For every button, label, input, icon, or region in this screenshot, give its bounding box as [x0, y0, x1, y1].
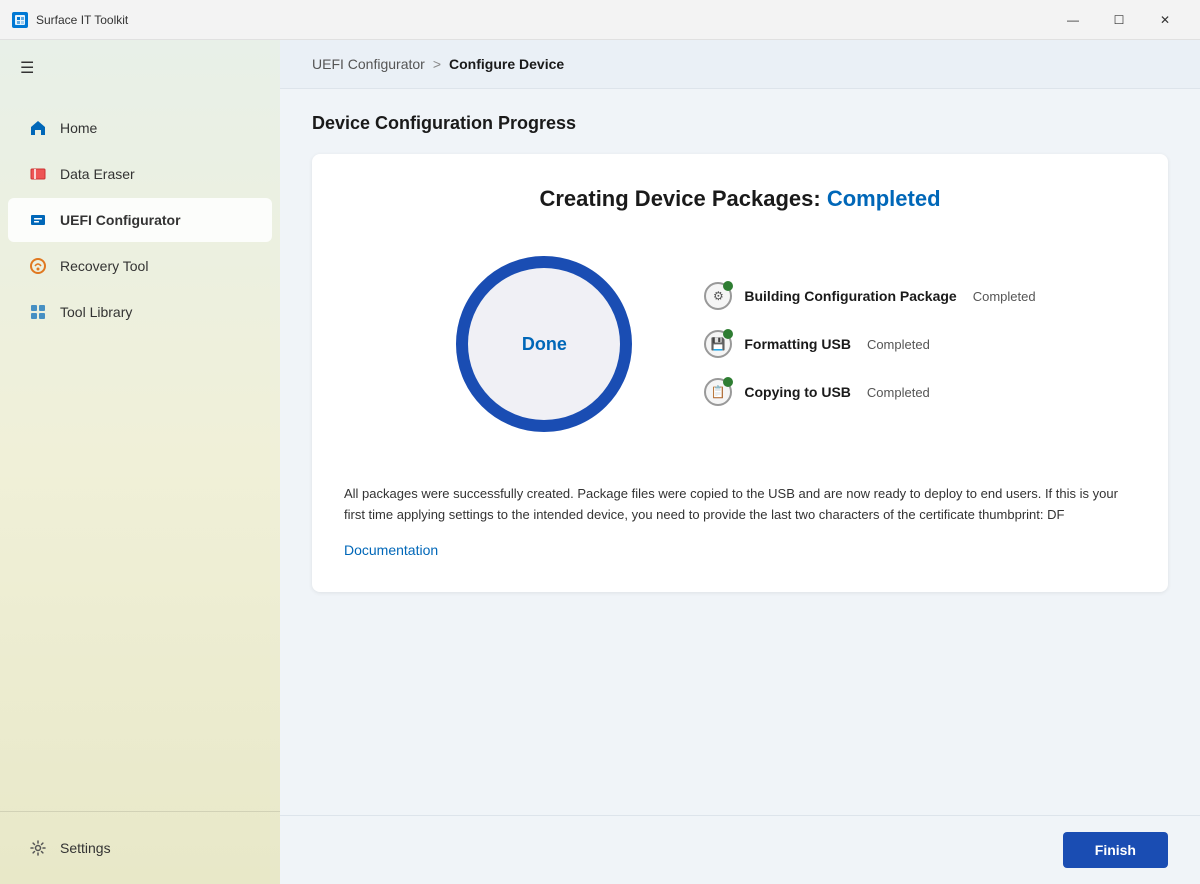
main-content: UEFI Configurator > Configure Device Dev… — [280, 40, 1200, 884]
data-eraser-label: Data Eraser — [60, 166, 135, 182]
settings-label: Settings — [60, 840, 111, 856]
step-completed-dot-0 — [723, 281, 733, 291]
uefi-icon — [28, 210, 48, 230]
tool-library-icon — [28, 302, 48, 322]
progress-circle: Done — [444, 244, 644, 444]
circle-inner: Done — [468, 268, 620, 420]
step-icon-0: ⚙ — [704, 282, 732, 310]
home-label: Home — [60, 120, 97, 136]
breadcrumb: UEFI Configurator > Configure Device — [280, 40, 1200, 89]
step-completed-dot-2 — [723, 377, 733, 387]
page-section-title: Device Configuration Progress — [312, 113, 1168, 134]
sidebar-footer: Settings — [0, 811, 280, 884]
title-bar-left: Surface IT Toolkit — [12, 12, 128, 28]
sidebar-item-settings[interactable]: Settings — [8, 826, 272, 870]
sidebar-item-tool-library[interactable]: Tool Library — [8, 290, 272, 334]
step-item-0: ⚙ Building Configuration Package Complet… — [704, 282, 1035, 310]
sidebar-nav: Home Data Eraser — [0, 96, 280, 811]
tool-library-label: Tool Library — [60, 304, 132, 320]
completion-prefix: Creating Device Packages: — [539, 186, 820, 211]
step-item-1: 💾 Formatting USB Completed — [704, 330, 1035, 358]
sidebar-item-data-eraser[interactable]: Data Eraser — [8, 152, 272, 196]
info-text: All packages were successfully created. … — [344, 484, 1136, 526]
uefi-label: UEFI Configurator — [60, 212, 181, 228]
step-name-2: Copying to USB — [744, 384, 851, 400]
data-eraser-icon — [28, 164, 48, 184]
circle-label: Done — [522, 334, 567, 355]
recovery-tool-label: Recovery Tool — [60, 258, 148, 274]
step-status-0: Completed — [973, 289, 1036, 304]
close-button[interactable]: ✕ — [1142, 5, 1188, 35]
sidebar-header: ☰ — [0, 40, 280, 96]
step-name-1: Formatting USB — [744, 336, 851, 352]
app-body: ☰ Home Data Eraser — [0, 40, 1200, 884]
breadcrumb-current: Configure Device — [449, 56, 564, 72]
settings-icon — [28, 838, 48, 858]
recovery-icon — [28, 256, 48, 276]
step-item-2: 📋 Copying to USB Completed — [704, 378, 1035, 406]
step-icon-1: 💾 — [704, 330, 732, 358]
steps-list: ⚙ Building Configuration Package Complet… — [704, 282, 1035, 406]
completion-heading: Creating Device Packages: Completed — [344, 186, 1136, 212]
sidebar-item-home[interactable]: Home — [8, 106, 272, 150]
app-title: Surface IT Toolkit — [36, 13, 128, 27]
progress-card: Creating Device Packages: Completed Done — [312, 154, 1168, 592]
step-status-1: Completed — [867, 337, 930, 352]
maximize-button[interactable]: ☐ — [1096, 5, 1142, 35]
progress-area: Done ⚙ Building Configuration Package Co… — [344, 244, 1136, 444]
breadcrumb-separator: > — [433, 56, 441, 72]
page-body: Device Configuration Progress Creating D… — [280, 89, 1200, 815]
doc-link[interactable]: Documentation — [344, 542, 438, 558]
step-icon-2: 📋 — [704, 378, 732, 406]
minimize-button[interactable]: — — [1050, 5, 1096, 35]
completion-status-word: Completed — [827, 186, 941, 211]
sidebar-item-recovery-tool[interactable]: Recovery Tool — [8, 244, 272, 288]
finish-button[interactable]: Finish — [1063, 832, 1168, 868]
sidebar-item-uefi[interactable]: UEFI Configurator — [8, 198, 272, 242]
breadcrumb-parent[interactable]: UEFI Configurator — [312, 56, 425, 72]
step-completed-dot-1 — [723, 329, 733, 339]
title-bar: Surface IT Toolkit — ☐ ✕ — [0, 0, 1200, 40]
step-status-2: Completed — [867, 385, 930, 400]
step-name-0: Building Configuration Package — [744, 288, 956, 304]
window-controls: — ☐ ✕ — [1050, 5, 1188, 35]
sidebar: ☰ Home Data Eraser — [0, 40, 280, 884]
page-footer: Finish — [280, 815, 1200, 884]
hamburger-button[interactable]: ☰ — [16, 54, 38, 82]
home-icon — [28, 118, 48, 138]
app-icon — [12, 12, 28, 28]
